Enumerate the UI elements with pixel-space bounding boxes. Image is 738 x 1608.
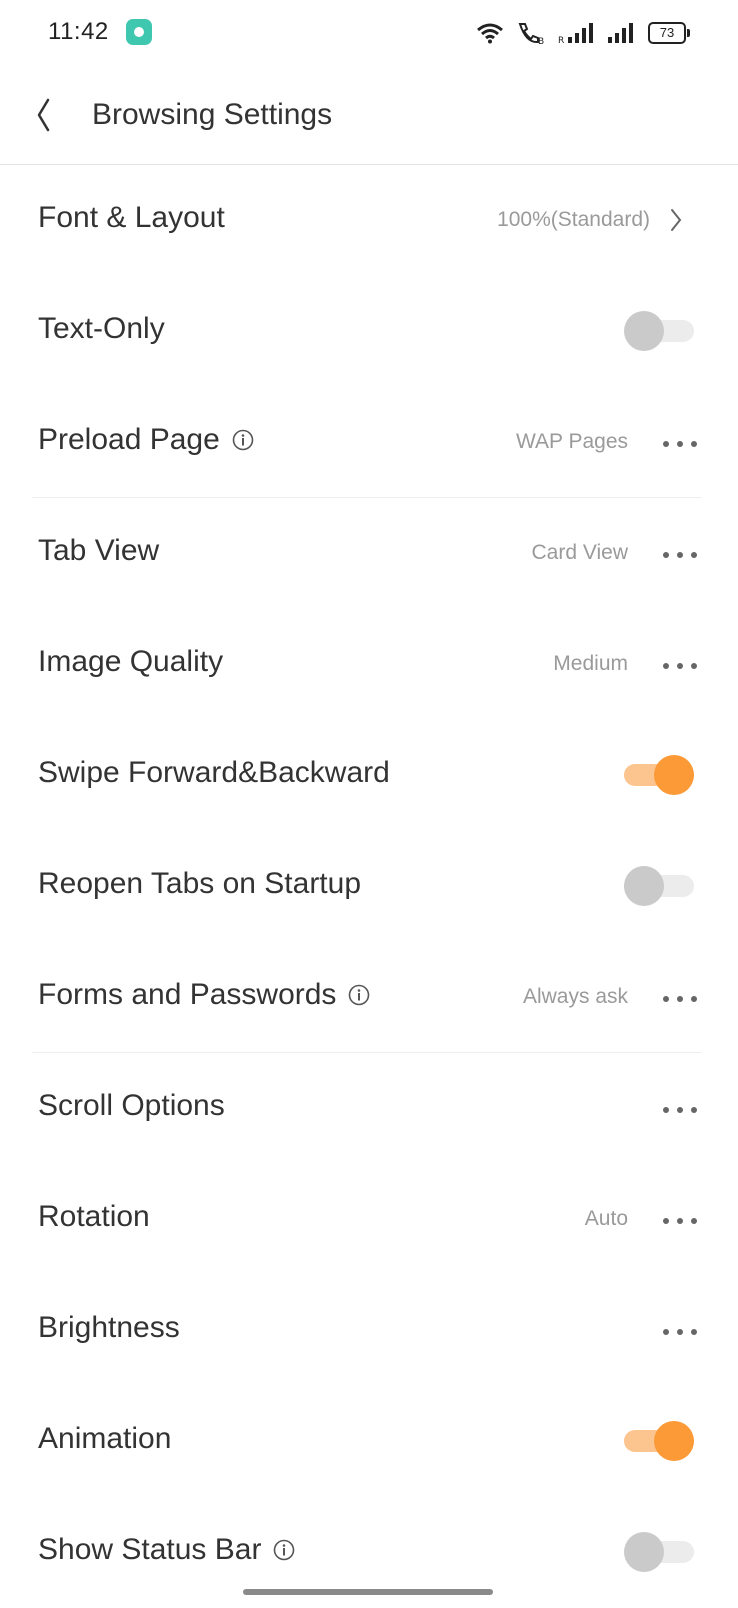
more-dots-icon bbox=[663, 996, 697, 1002]
setting-value: Auto bbox=[584, 1207, 628, 1230]
setting-label: Preload Page bbox=[38, 423, 254, 457]
status-bar: 11:42 B R 73 bbox=[0, 0, 738, 66]
battery-level: 73 bbox=[648, 22, 686, 44]
svg-text:R: R bbox=[558, 36, 564, 45]
signal-icon bbox=[608, 21, 636, 45]
setting-text-only: Text-Only bbox=[0, 276, 738, 387]
info-icon[interactable] bbox=[273, 1539, 295, 1561]
setting-tab-view[interactable]: Tab View Card View bbox=[0, 498, 738, 609]
setting-label: Reopen Tabs on Startup bbox=[38, 867, 362, 900]
svg-text:B: B bbox=[538, 37, 544, 45]
setting-label: Image Quality bbox=[38, 645, 224, 678]
setting-label: Forms and Passwords bbox=[38, 978, 370, 1012]
more-dots-icon bbox=[663, 552, 697, 558]
setting-label: Scroll Options bbox=[38, 1089, 225, 1122]
setting-label: Show Status Bar bbox=[38, 1533, 295, 1567]
more-dots-icon bbox=[663, 1107, 697, 1113]
setting-brightness[interactable]: Brightness bbox=[0, 1275, 738, 1386]
setting-animation: Animation bbox=[0, 1386, 738, 1497]
setting-label: Brightness bbox=[38, 1311, 180, 1344]
setting-value: Card View bbox=[531, 541, 629, 564]
signal-icon: R bbox=[558, 21, 596, 45]
setting-swipe-forward-backward: Swipe Forward&Backward bbox=[0, 720, 738, 831]
setting-label: Font & Layout bbox=[38, 201, 225, 234]
setting-image-quality[interactable]: Image Quality Medium bbox=[0, 609, 738, 720]
setting-forms-passwords[interactable]: Forms and Passwords Always ask bbox=[0, 942, 738, 1053]
setting-value: 100%(Standard) bbox=[497, 208, 650, 231]
setting-value: Always ask bbox=[522, 985, 628, 1008]
more-dots-icon bbox=[663, 663, 697, 669]
status-bar-toggle[interactable] bbox=[624, 1532, 694, 1572]
setting-value: Medium bbox=[553, 652, 628, 675]
settings-list: Font & Layout 100%(Standard) Text-Only P… bbox=[0, 165, 738, 1608]
info-icon[interactable] bbox=[348, 984, 370, 1006]
back-button[interactable] bbox=[26, 90, 66, 140]
setting-value: WAP Pages bbox=[515, 430, 628, 453]
animation-toggle[interactable] bbox=[624, 1421, 694, 1461]
page-title: Browsing Settings bbox=[92, 98, 333, 131]
more-dots-icon bbox=[663, 441, 697, 447]
setting-rotation[interactable]: Rotation Auto bbox=[0, 1164, 738, 1275]
more-dots-icon bbox=[663, 1329, 697, 1335]
setting-label: Swipe Forward&Backward bbox=[38, 756, 390, 789]
call-icon: B bbox=[516, 21, 546, 45]
setting-reopen-tabs: Reopen Tabs on Startup bbox=[0, 831, 738, 942]
setting-label: Text-Only bbox=[38, 312, 165, 345]
status-time: 11:42 bbox=[48, 18, 109, 45]
swipe-toggle[interactable] bbox=[624, 755, 694, 795]
setting-label: Animation bbox=[38, 1422, 172, 1455]
battery-icon: 73 bbox=[648, 22, 690, 44]
setting-preload-page[interactable]: Preload Page WAP Pages bbox=[0, 387, 738, 498]
info-icon[interactable] bbox=[232, 429, 254, 451]
app-notification-icon bbox=[126, 19, 152, 45]
setting-label: Tab View bbox=[38, 534, 160, 567]
text-only-toggle[interactable] bbox=[624, 311, 694, 351]
reopen-tabs-toggle[interactable] bbox=[624, 866, 694, 906]
more-dots-icon bbox=[663, 1218, 697, 1224]
chevron-right-icon bbox=[671, 209, 682, 231]
setting-label: Rotation bbox=[38, 1200, 150, 1233]
setting-scroll-options[interactable]: Scroll Options bbox=[0, 1053, 738, 1164]
home-indicator[interactable] bbox=[243, 1589, 493, 1595]
wifi-icon bbox=[476, 22, 504, 44]
app-header: Browsing Settings bbox=[0, 66, 738, 165]
chevron-left-icon bbox=[37, 98, 50, 132]
setting-font-layout[interactable]: Font & Layout 100%(Standard) bbox=[0, 165, 738, 276]
